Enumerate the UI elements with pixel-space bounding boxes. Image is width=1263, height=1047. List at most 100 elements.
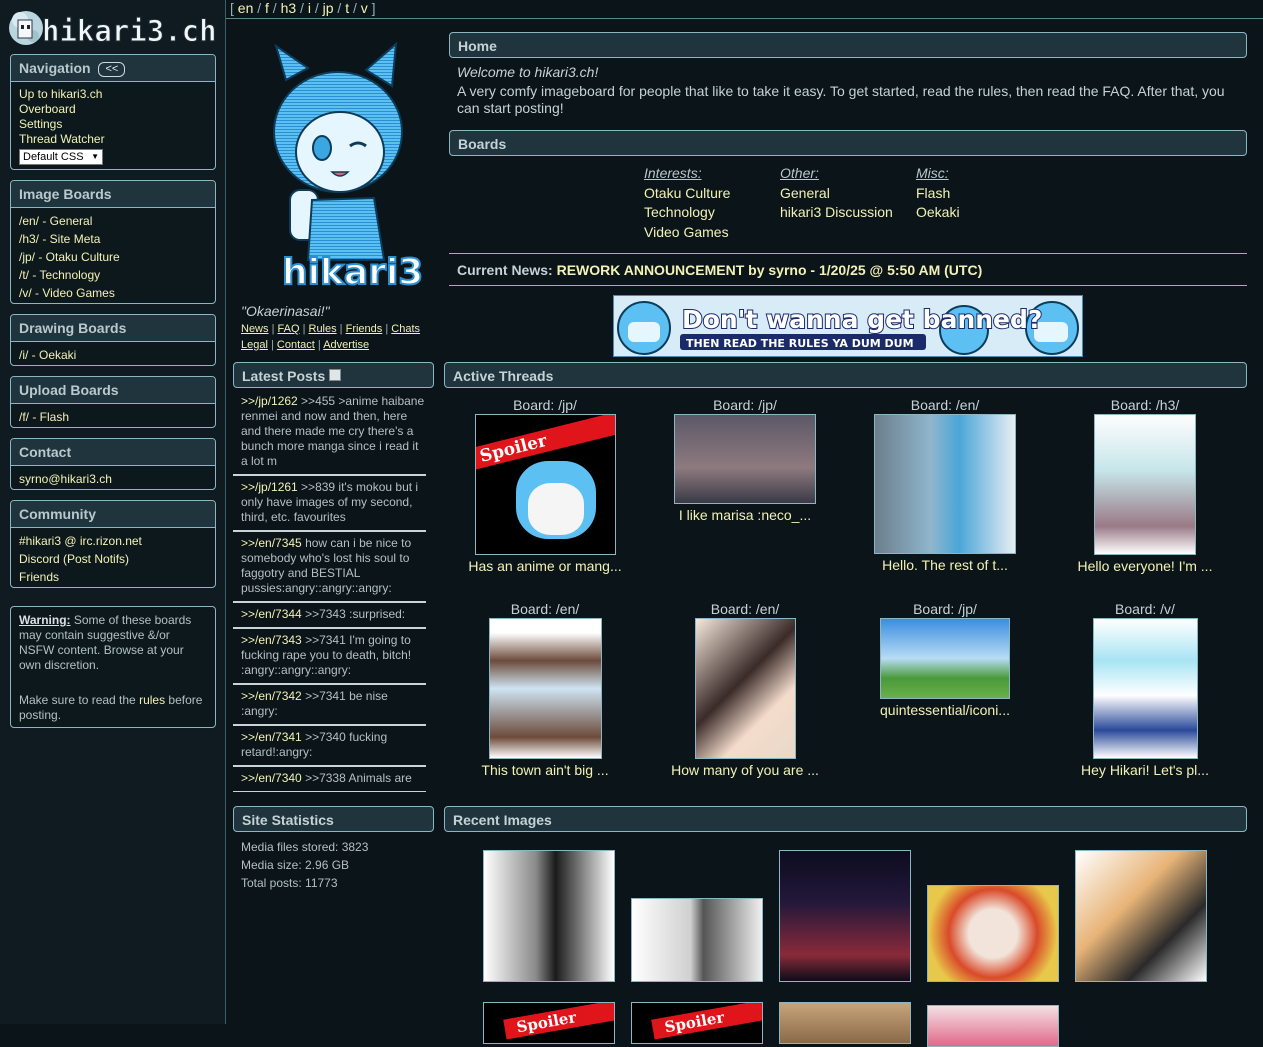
link-legal[interactable]: Legal (241, 339, 268, 351)
contact-email-link[interactable]: syrno@hikari3.ch (19, 472, 112, 486)
site-logo[interactable]: hikari3.ch (6, 6, 218, 49)
board-link-f[interactable]: /f/ - Flash (19, 410, 69, 424)
recent-image-thumbnail[interactable] (927, 885, 1059, 982)
board-general[interactable]: General (780, 184, 893, 204)
thread-caption-link[interactable]: Hello everyone! I'm ... (1045, 557, 1245, 575)
thread-board-label: Board: /v/ (1115, 601, 1175, 617)
collapse-sidebar-button[interactable]: << (98, 62, 126, 77)
board-link-i[interactable]: /i/ - Oekaki (19, 348, 76, 362)
board-link-h3[interactable]: /h3/ - Site Meta (19, 232, 100, 246)
list-item: >>/jp/1261 >>839 it's mokou but i only h… (233, 476, 426, 532)
thread-caption-link[interactable]: This town ain't big ... (445, 761, 645, 779)
topnav-h3[interactable]: h3 (281, 0, 297, 16)
thread-caption-link[interactable]: quintessential/iconi... (845, 701, 1045, 719)
nav-link-overboard[interactable]: Overboard (19, 102, 76, 116)
latest-posts-toggle-checkbox[interactable] (329, 369, 342, 381)
link-chats[interactable]: Chats (391, 323, 420, 335)
post-ref-link[interactable]: >>/en/7345 (241, 536, 302, 550)
thread-thumbnail[interactable] (1092, 618, 1198, 759)
topnav-jp[interactable]: jp (323, 0, 334, 16)
thread-caption-link[interactable]: I like marisa :neco_... (645, 506, 845, 524)
link-contact[interactable]: Contact (277, 339, 315, 351)
topnav-f[interactable]: f (265, 0, 269, 16)
thread-card[interactable]: Board: /jp/ Spoiler Has an anime or mang… (445, 397, 645, 575)
link-faq[interactable]: FAQ (278, 323, 300, 335)
list-item: >>/jp/1262 >>455 >anime haibane renmei a… (233, 390, 426, 476)
recent-image-thumbnail[interactable]: Spoiler (483, 1002, 615, 1044)
post-ref-link[interactable]: >>/en/7340 (241, 771, 302, 785)
thread-card[interactable]: Board: /v/ Hey Hikari! Let's pl... (1045, 601, 1245, 779)
thread-caption-link[interactable]: Hey Hikari! Let's pl... (1045, 761, 1245, 779)
nav-link-home[interactable]: Up to hikari3.ch (19, 87, 102, 101)
topnav-v[interactable]: v (361, 0, 368, 16)
topnav-i[interactable]: i (308, 0, 311, 16)
css-style-select[interactable]: Default CSS ▼ (19, 149, 103, 165)
link-news[interactable]: News (241, 323, 269, 335)
site-statistics-title: Site Statistics (242, 812, 334, 828)
discord-link[interactable]: Discord (Post Notifs) (19, 552, 129, 566)
recent-image-thumbnail[interactable] (927, 1005, 1059, 1047)
recent-image-thumbnail[interactable] (779, 850, 911, 982)
board-oekaki[interactable]: Oekaki (916, 203, 960, 223)
thread-card[interactable]: Board: /jp/ I like marisa :neco_... (645, 397, 845, 524)
nav-link-thread-watcher[interactable]: Thread Watcher (19, 132, 105, 146)
board-technology[interactable]: Technology (644, 203, 730, 223)
thread-thumbnail[interactable]: Spoiler (474, 414, 616, 555)
thread-card[interactable]: Board: /jp/ quintessential/iconi... (845, 601, 1045, 719)
thread-card[interactable]: Board: /h3/ Hello everyone! I'm ... (1045, 397, 1245, 575)
board-link-t[interactable]: /t/ - Technology (19, 268, 100, 282)
thread-card[interactable]: Board: /en/ Hello. The rest of t... (845, 397, 1045, 574)
rules-link[interactable]: rules (139, 693, 165, 707)
board-link-jp[interactable]: /jp/ - Otaku Culture (19, 250, 120, 264)
recent-image-thumbnail[interactable] (483, 850, 615, 982)
thread-thumbnail[interactable] (694, 618, 796, 759)
thread-caption-link[interactable]: How many of you are ... (645, 761, 845, 779)
nav-link-settings[interactable]: Settings (19, 117, 62, 131)
board-hikari3-discussion[interactable]: hikari3 Discussion (780, 203, 893, 223)
intro-text: A very comfy imageboard for people that … (457, 83, 1225, 116)
recent-image-thumbnail[interactable] (779, 1002, 911, 1044)
thread-caption-link[interactable]: Hello. The rest of t... (845, 556, 1045, 574)
post-ref-link[interactable]: >>/jp/1261 (241, 480, 298, 494)
link-advertise[interactable]: Advertise (323, 339, 369, 351)
link-friends[interactable]: Friends (346, 323, 383, 335)
thread-card[interactable]: Board: /en/ How many of you are ... (645, 601, 845, 779)
post-ref-link[interactable]: >>/en/7344 (241, 607, 302, 621)
link-rules[interactable]: Rules (309, 323, 337, 335)
board-link-en[interactable]: /en/ - General (19, 214, 92, 228)
topnav-en[interactable]: en (238, 0, 254, 16)
recent-image-thumbnail[interactable]: Spoiler (631, 1002, 763, 1044)
board-link-v[interactable]: /v/ - Video Games (19, 286, 115, 300)
mascot-quote: "Okaerinasai!" (241, 303, 330, 319)
contact-box: Contact syrno@hikari3.ch (10, 438, 216, 490)
community-title: Community (11, 501, 215, 528)
thread-board-label: Board: /en/ (710, 601, 780, 617)
friends-link[interactable]: Friends (19, 570, 59, 584)
thread-card[interactable]: Board: /en/ This town ain't big ... (445, 601, 645, 779)
recent-image-thumbnail[interactable] (631, 898, 763, 982)
thread-thumbnail[interactable] (674, 414, 816, 504)
boards-panel-header: Boards (449, 130, 1247, 156)
thread-thumbnail[interactable] (488, 618, 602, 759)
thread-board-label: Board: /en/ (510, 601, 580, 617)
thread-thumbnail[interactable] (880, 618, 1010, 699)
post-ref-link[interactable]: >>/jp/1262 (241, 394, 298, 408)
topnav-t[interactable]: t (345, 0, 349, 16)
post-ref-link[interactable]: >>/en/7343 (241, 633, 302, 647)
news-headline-link[interactable]: REWORK ANNOUNCEMENT by syrno - 1/20/25 @… (557, 262, 983, 278)
thread-board-label: Board: /en/ (910, 397, 980, 413)
irc-link[interactable]: #hikari3 @ irc.rizon.net (19, 534, 142, 548)
welcome-text: Welcome to hikari3.ch! (457, 64, 599, 80)
mascot-image: hikari3 (246, 40, 424, 294)
thread-caption-link[interactable]: Has an anime or mang... (445, 557, 645, 575)
board-otaku-culture[interactable]: Otaku Culture (644, 184, 730, 204)
thread-thumbnail[interactable] (874, 414, 1016, 554)
board-video-games[interactable]: Video Games (644, 223, 730, 243)
post-ref-link[interactable]: >>/en/7342 (241, 689, 302, 703)
board-flash[interactable]: Flash (916, 184, 960, 204)
recent-image-thumbnail[interactable] (1075, 850, 1207, 982)
rules-banner[interactable]: Don't wanna get banned? THEN READ THE RU… (613, 295, 1083, 357)
thread-thumbnail[interactable] (1094, 414, 1196, 555)
post-ref-link[interactable]: >>/en/7341 (241, 730, 302, 744)
upload-boards-box: Upload Boards /f/ - Flash (10, 376, 216, 428)
